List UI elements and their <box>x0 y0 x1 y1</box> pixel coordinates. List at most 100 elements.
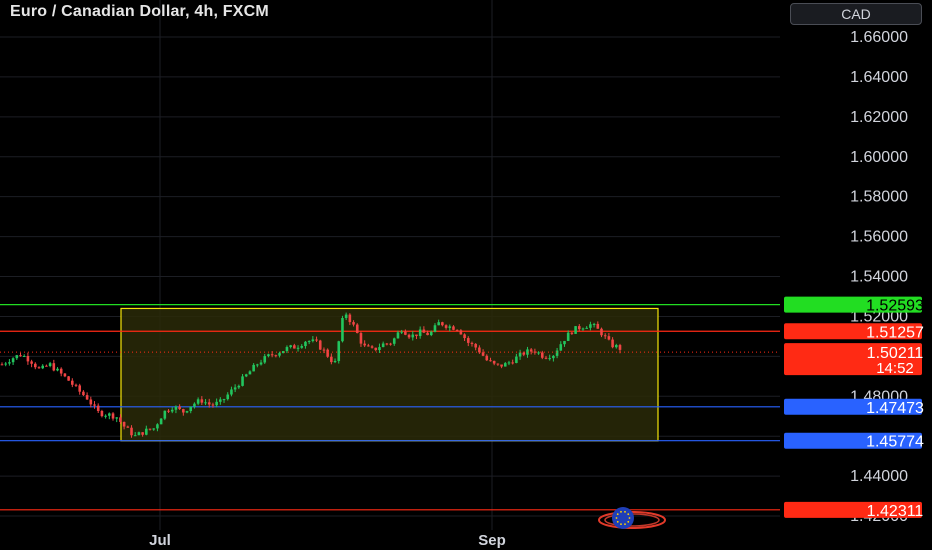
candle-down <box>367 345 370 347</box>
candle-down <box>318 340 322 350</box>
candle-up <box>48 363 52 367</box>
price-tag-label: 1.45774 <box>866 434 924 451</box>
candle-up <box>378 347 381 351</box>
candle-up <box>592 323 596 325</box>
candle-up <box>185 411 189 413</box>
candle-down <box>141 432 144 435</box>
candle-down <box>274 355 278 357</box>
candle-up <box>429 331 433 336</box>
candle-up <box>418 329 422 337</box>
candle-up <box>289 345 292 348</box>
y-tick-label: 1.66000 <box>850 29 908 46</box>
candle-down <box>444 325 448 328</box>
candle-down <box>52 363 56 371</box>
candle-down <box>167 410 170 412</box>
eu-star-icon <box>628 517 631 519</box>
candle-down <box>577 326 581 330</box>
eu-flag-icon[interactable] <box>612 507 634 529</box>
price-chart[interactable]: 1.66000 1.64000 1.62000 1.60000 1.58000 1.560… <box>0 0 932 550</box>
candle-down <box>540 352 544 358</box>
candle-down <box>30 361 33 364</box>
x-tick-label: Sep <box>478 532 506 549</box>
candle-down <box>389 343 392 345</box>
candle-up <box>263 356 267 363</box>
candle-down <box>485 355 489 361</box>
y-tick-label: 1.60000 <box>850 149 908 166</box>
candle-down <box>330 356 333 363</box>
candle-down <box>119 417 122 422</box>
price-tag-label: 1.42311 <box>867 503 924 520</box>
y-tick-label: 1.62000 <box>850 109 908 126</box>
eu-star-icon <box>627 520 630 523</box>
candle-down <box>600 328 603 336</box>
candle-up <box>515 356 518 363</box>
candle-down <box>570 332 574 334</box>
candle-down <box>496 363 500 365</box>
candle-down <box>459 330 463 335</box>
y-tick-label: 1.44000 <box>850 468 908 485</box>
candle-down <box>37 367 41 369</box>
candle-up <box>237 385 241 388</box>
candle-down <box>148 428 152 430</box>
candle-up <box>585 327 588 329</box>
candle-up <box>559 344 563 351</box>
candle-down <box>359 333 363 344</box>
candle-up <box>174 406 178 410</box>
candle-up <box>285 347 289 352</box>
candle-up <box>563 340 566 345</box>
eu-star-icon <box>616 513 619 516</box>
candle-down <box>603 335 607 337</box>
candle-down <box>122 421 126 427</box>
candle-up <box>333 360 337 363</box>
candle-down <box>607 336 611 340</box>
candle-up <box>555 350 559 356</box>
candle-down <box>426 332 429 336</box>
range-box[interactable] <box>120 307 659 442</box>
candle-down <box>78 385 82 392</box>
eu-star-icon <box>627 513 630 516</box>
candle-down <box>463 334 466 339</box>
candle-up <box>226 394 230 400</box>
candle-up <box>307 341 311 343</box>
candle-down <box>130 427 133 436</box>
eu-star-icon <box>624 510 626 513</box>
candle-up <box>108 413 111 416</box>
candle-up <box>548 358 551 360</box>
candle-down <box>511 362 514 364</box>
y-tick-label: 1.54000 <box>850 269 908 286</box>
candle-up <box>244 374 248 377</box>
candle-up <box>22 356 26 358</box>
candle-down <box>407 334 411 338</box>
price-tag-label: 1.52593 <box>866 298 924 315</box>
candle-down <box>322 349 326 351</box>
candle-down <box>74 384 78 386</box>
candle-down <box>315 339 318 341</box>
candle-up <box>448 326 452 328</box>
candle-down <box>474 343 477 348</box>
candle-down <box>96 405 100 412</box>
candle-down <box>522 352 526 355</box>
candle-up <box>311 339 315 342</box>
y-tick-label: 1.56000 <box>850 229 908 246</box>
candle-up <box>566 332 570 341</box>
candle-up <box>8 362 11 364</box>
price-tag-label: 1.47473 <box>866 400 924 417</box>
candle-up <box>56 368 59 371</box>
candle-down <box>415 334 418 337</box>
candle-up <box>381 343 385 348</box>
eu-star-icon <box>620 523 622 526</box>
candle-up <box>252 364 255 372</box>
candle-down <box>59 368 63 374</box>
candle-up <box>589 324 592 328</box>
candle-down <box>533 351 537 353</box>
currency-button[interactable]: CAD <box>790 3 922 25</box>
y-tick-label: 1.58000 <box>850 189 908 206</box>
candle-up <box>337 341 341 361</box>
candle-down <box>93 404 96 406</box>
candle-down <box>374 347 378 351</box>
x-tick-label: Jul <box>149 532 171 549</box>
candle-up <box>537 352 540 354</box>
candle-down <box>404 331 407 335</box>
candle-up <box>145 428 148 435</box>
candle-down <box>596 323 600 329</box>
